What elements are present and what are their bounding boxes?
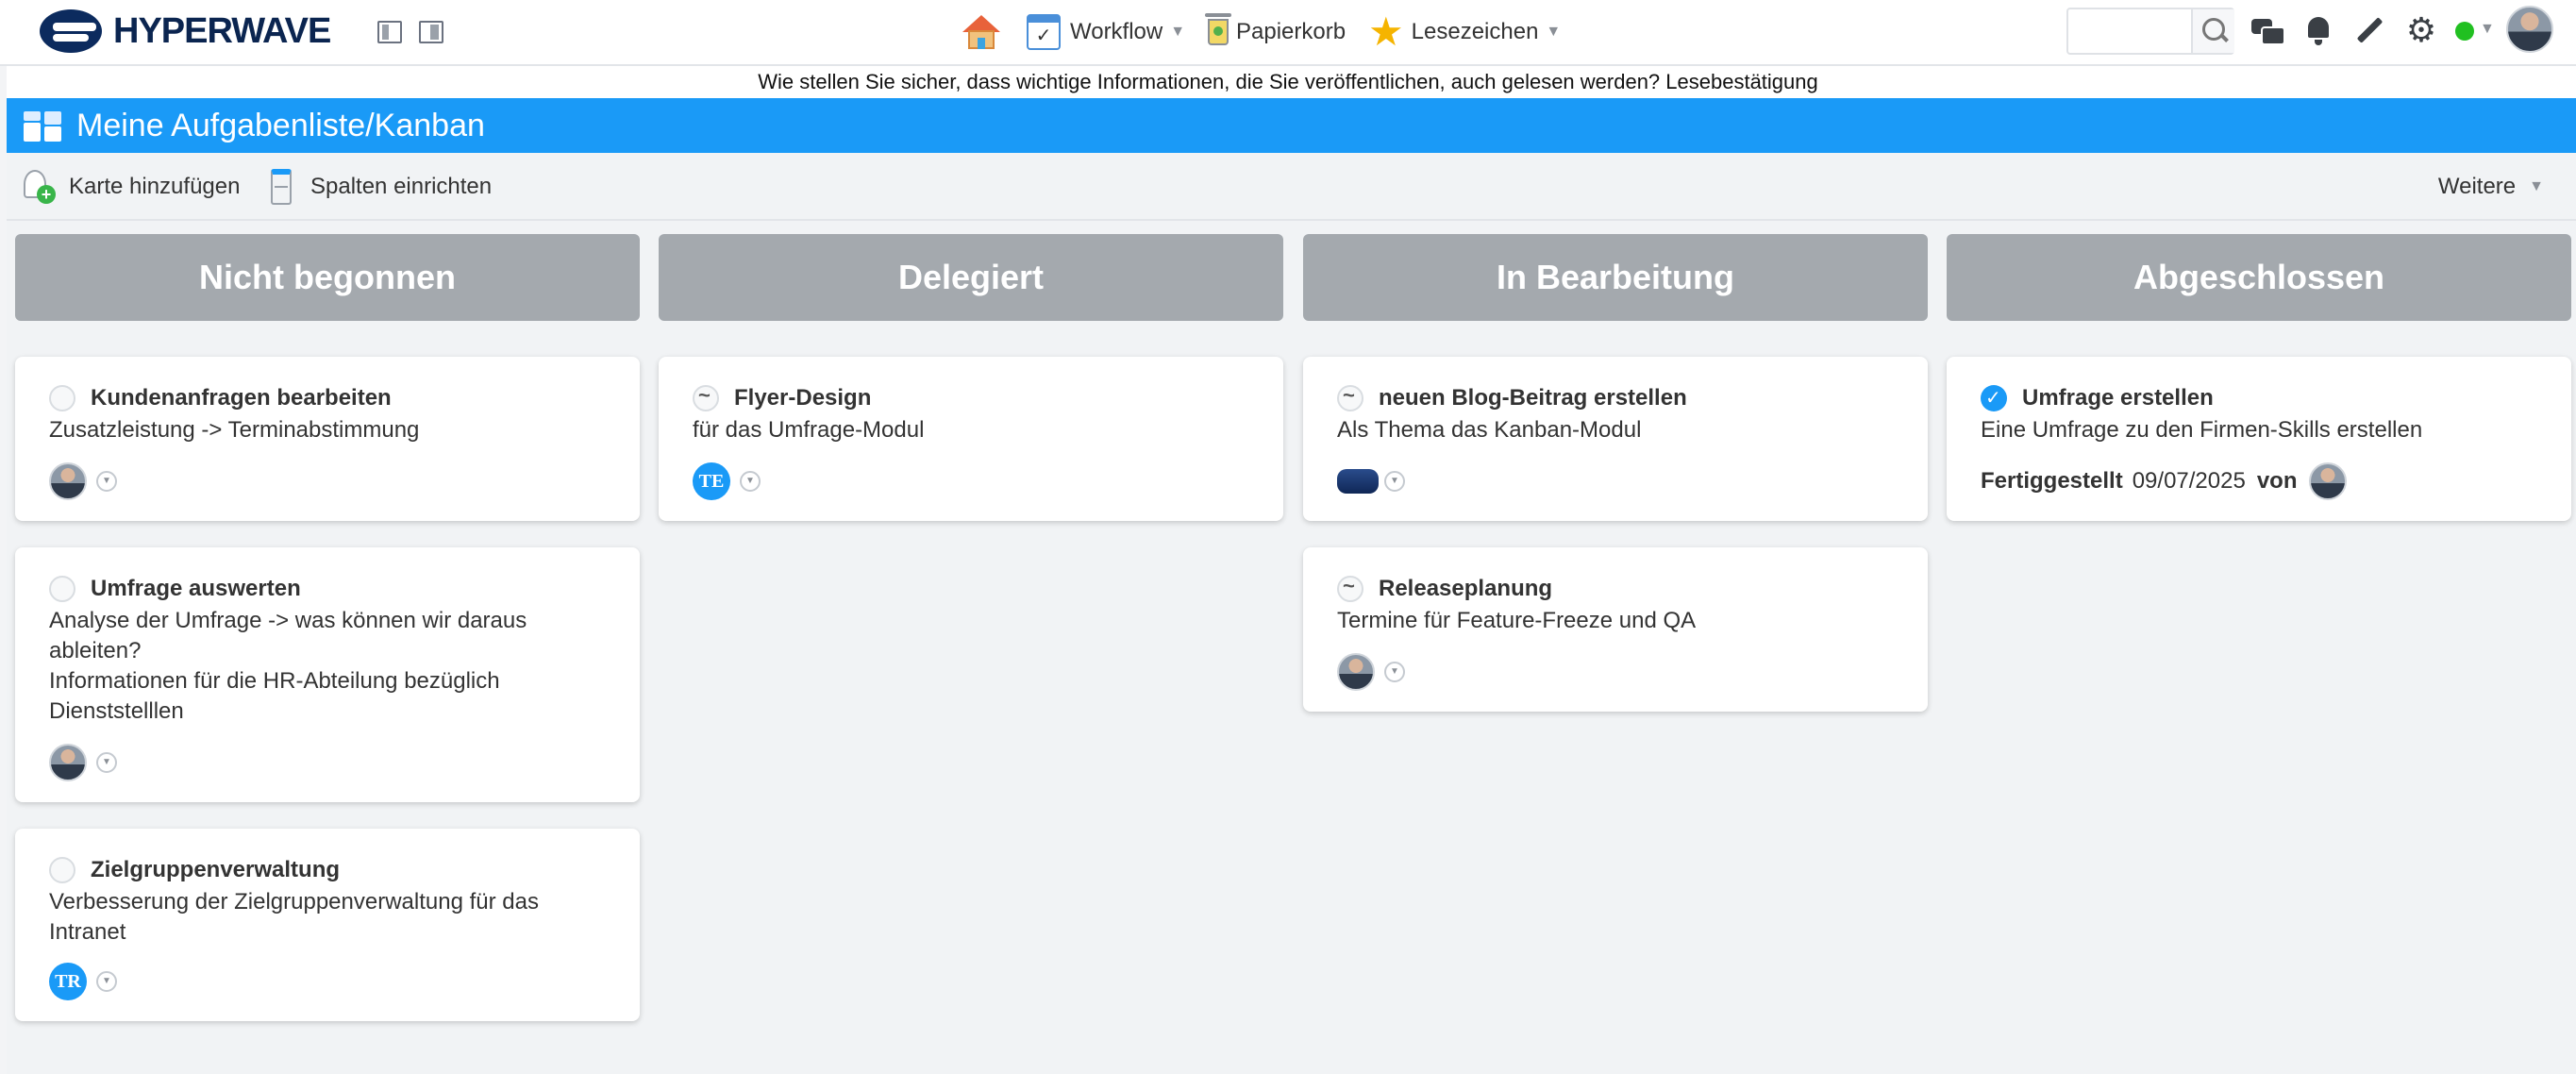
completed-by-avatar[interactable]	[2308, 462, 2347, 500]
completed-label: Fertiggestellt	[1981, 468, 2123, 494]
setup-columns-label: Spalten einrichten	[310, 174, 493, 199]
card-description: Als Thema das Kanban-Modul	[1337, 417, 1642, 443]
task-card[interactable]: Zielgruppenverwaltung Verbesserung der Z…	[15, 829, 640, 1021]
completed-date: 09/07/2025	[2132, 468, 2246, 494]
kanban-toolbar: Karte hinzufügen Spalten einrichten Weit…	[7, 153, 2576, 221]
more-menu[interactable]: Weitere ▼	[2438, 168, 2544, 206]
card-description: Eine Umfrage zu den Firmen-Skills erstel…	[1981, 417, 2423, 443]
completed-by-label: von	[2256, 468, 2298, 494]
kanban-board: Nicht begonnen Kundenanfragen bearbeiten…	[7, 221, 2576, 1074]
card-description: Analyse der Umfrage -> was können wir da…	[49, 608, 527, 724]
add-card-icon	[20, 168, 56, 206]
task-card[interactable]: Umfrage auswerten Analyse der Umfrage ->…	[15, 547, 640, 802]
status-activity-icon[interactable]	[1337, 574, 1363, 602]
chevron-down-icon: ▼	[2529, 178, 2544, 194]
columns-icon	[271, 169, 292, 205]
column-header[interactable]: Delegiert	[659, 234, 1283, 321]
bookmarks-label: Lesezeichen	[1411, 19, 1539, 44]
assignee-dropdown-icon[interactable]: ▼	[1384, 471, 1405, 492]
hyperwave-logo-icon	[40, 9, 102, 53]
search-input[interactable]	[2074, 15, 2187, 47]
task-card[interactable]: neuen Blog-Beitrag erstellen Als Thema d…	[1303, 357, 1928, 521]
trash-label: Papierkorb	[1236, 19, 1347, 44]
assignee-avatar[interactable]	[49, 462, 87, 500]
pen-icon[interactable]	[2353, 15, 2387, 47]
info-notice[interactable]: Wie stellen Sie sicher, dass wichtige In…	[0, 68, 2576, 96]
layout-left-panel-icon[interactable]	[377, 21, 402, 43]
card-title: Zielgruppenverwaltung	[91, 857, 341, 882]
page-title: Meine Aufgabenliste/Kanban	[76, 107, 485, 143]
add-card-button[interactable]: Karte hinzufügen	[20, 168, 240, 206]
column-header[interactable]: Nicht begonnen	[15, 234, 640, 321]
chat-icon[interactable]	[2251, 15, 2285, 47]
task-card[interactable]: Releaseplanung Termine für Feature-Freez…	[1303, 547, 1928, 712]
online-status-indicator[interactable]	[2455, 22, 2474, 41]
bookmarks-menu[interactable]: ★ Lesezeichen ▼	[1368, 9, 1562, 54]
layout-right-panel-icon[interactable]	[419, 21, 443, 43]
task-card[interactable]: Umfrage erstellen Eine Umfrage zu den Fi…	[1947, 357, 2571, 521]
card-title: Kundenanfragen bearbeiten	[91, 385, 392, 411]
status-circle-icon[interactable]	[49, 576, 75, 602]
home-icon	[961, 13, 1002, 51]
assignee-dropdown-icon[interactable]: ▼	[1384, 662, 1405, 682]
kanban-icon	[24, 108, 63, 143]
assignee-dropdown-icon[interactable]: ▼	[96, 971, 117, 992]
assignee-group-avatar[interactable]	[1337, 469, 1379, 494]
assignee-avatar[interactable]	[1337, 653, 1375, 691]
card-description: Zusatzleistung -> Terminabstimmung	[49, 417, 420, 443]
search-icon[interactable]	[2191, 9, 2234, 53]
user-avatar[interactable]	[2506, 6, 2553, 53]
star-icon: ★	[1368, 9, 1404, 54]
kanban-column: Abgeschlossen Umfrage erstellen Eine Umf…	[1947, 234, 2571, 521]
search-box	[2066, 8, 2234, 55]
status-circle-icon[interactable]	[49, 385, 75, 411]
gear-icon[interactable]: ⚙	[2404, 13, 2438, 47]
kanban-column: Delegiert Flyer-Design für das Umfrage-M…	[659, 234, 1283, 521]
status-circle-icon[interactable]	[49, 857, 75, 883]
column-header[interactable]: Abgeschlossen	[1947, 234, 2571, 321]
card-title: Flyer-Design	[734, 385, 872, 411]
add-card-label: Karte hinzufügen	[69, 174, 241, 199]
kanban-column: Nicht begonnen Kundenanfragen bearbeiten…	[15, 234, 640, 1021]
card-title: neuen Blog-Beitrag erstellen	[1379, 385, 1687, 411]
kanban-column: In Bearbeitung neuen Blog-Beitrag erstel…	[1303, 234, 1928, 712]
trash-icon	[1205, 13, 1231, 45]
card-title: Releaseplanung	[1379, 576, 1553, 601]
chevron-down-icon: ▼	[1170, 24, 1186, 40]
brand-name: HYPERWAVE	[113, 10, 331, 51]
assignee-dropdown-icon[interactable]: ▼	[96, 471, 117, 492]
card-description: für das Umfrage-Modul	[693, 417, 925, 443]
assignee-avatar[interactable]: TR	[49, 963, 87, 1000]
column-header[interactable]: In Bearbeitung	[1303, 234, 1928, 321]
card-title: Umfrage auswerten	[91, 576, 301, 601]
left-edge-strip	[0, 0, 7, 1074]
completion-info: Fertiggestellt 09/07/2025 von	[1981, 462, 2347, 500]
chevron-down-icon[interactable]: ▼	[2480, 21, 2495, 38]
task-card[interactable]: Flyer-Design für das Umfrage-Modul TE ▼	[659, 357, 1283, 521]
status-activity-icon[interactable]	[693, 383, 719, 411]
setup-columns-button[interactable]: Spalten einrichten	[271, 168, 492, 206]
home-button[interactable]	[961, 13, 1002, 51]
workflow-calendar-icon: ✓	[1027, 14, 1061, 50]
card-title: Umfrage erstellen	[2022, 385, 2214, 411]
chevron-down-icon: ▼	[1546, 24, 1562, 40]
workflow-menu[interactable]: ✓ Workflow ▼	[1027, 13, 1185, 51]
assignee-avatar[interactable]: TE	[693, 462, 730, 500]
assignee-dropdown-icon[interactable]: ▼	[740, 471, 761, 492]
top-navigation-bar: HYPERWAVE ✓ Workflow ▼ Papierkorb ★ Lese…	[0, 0, 2576, 66]
status-done-check-icon[interactable]	[1981, 385, 2007, 411]
more-label: Weitere	[2437, 174, 2517, 199]
assignee-avatar[interactable]	[49, 744, 87, 781]
status-activity-icon[interactable]	[1337, 383, 1363, 411]
card-description: Verbesserung der Zielgruppenverwaltung f…	[49, 889, 539, 945]
task-card[interactable]: Kundenanfragen bearbeiten Zusatzleistung…	[15, 357, 640, 521]
assignee-dropdown-icon[interactable]: ▼	[96, 752, 117, 773]
page-header: Meine Aufgabenliste/Kanban	[7, 98, 2576, 153]
bell-icon[interactable]	[2302, 15, 2336, 47]
brand-logo[interactable]: HYPERWAVE	[40, 9, 331, 53]
trash-link[interactable]: Papierkorb	[1205, 13, 1347, 51]
workflow-label: Workflow	[1070, 19, 1163, 44]
card-description: Termine für Feature-Freeze und QA	[1337, 608, 1697, 633]
